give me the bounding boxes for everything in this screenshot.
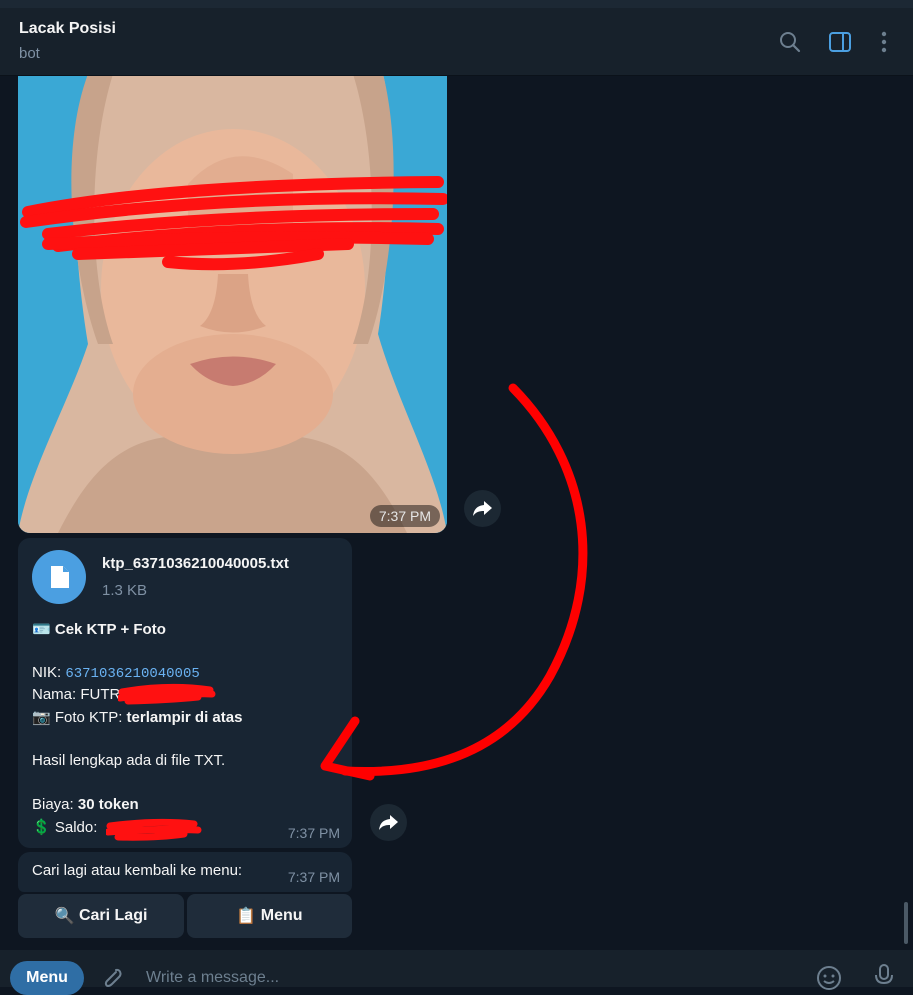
file-size: 1.3 KB <box>102 582 148 599</box>
nama-line: Nama: FUTRI <box>32 686 125 703</box>
clipboard-emoji: 📋 <box>236 908 257 925</box>
chat-header[interactable]: Lacak Posisi bot <box>0 8 913 76</box>
saldo-line: 💲 Saldo: <box>32 819 98 836</box>
annotation-arrow <box>320 383 588 781</box>
hasil-line: Hasil lengkap ada di file TXT. <box>32 752 226 769</box>
cari-lagi-button[interactable]: 🔍 Cari Lagi <box>18 894 184 938</box>
prompt-timestamp: 7:37 PM <box>287 869 340 885</box>
prompt-text: Cari lagi atau kembali ke menu: <box>32 862 243 879</box>
message-heading: 🪪 Cek KTP + Foto <box>32 621 166 638</box>
file-download-button[interactable] <box>32 550 86 604</box>
file-name[interactable]: ktp_6371036210040005.txt <box>102 555 289 572</box>
foto-line: 📷 Foto KTP: terlampir di atas <box>32 709 243 726</box>
chat-scrollbar[interactable] <box>904 902 908 944</box>
nik-line: NIK: 6371036210040005 <box>32 664 200 682</box>
magnifier-emoji: 🔍 <box>54 908 75 925</box>
saldo-redaction <box>106 818 202 841</box>
chat-history[interactable]: 7:37 PM ktp_6371036210040005.txt 1.3 KB … <box>0 76 913 949</box>
forward-button[interactable] <box>370 804 407 841</box>
attach-icon[interactable] <box>98 964 126 992</box>
prompt-message[interactable]: Cari lagi atau kembali ke menu: 7:37 PM <box>18 852 352 892</box>
message-timestamp: 7:37 PM <box>287 825 340 841</box>
more-options-icon[interactable] <box>872 30 896 54</box>
menu-inline-button[interactable]: 📋 Menu <box>187 894 352 938</box>
message-composer[interactable]: Menu Write a message... <box>0 950 913 995</box>
camera-emoji: 📷 <box>32 709 51 726</box>
dollar-emoji: 💲 <box>32 819 51 836</box>
name-redaction <box>118 683 216 705</box>
sidebar-toggle-icon[interactable] <box>828 30 852 54</box>
microphone-icon[interactable] <box>870 962 898 990</box>
id-card-emoji: 🪪 <box>32 621 51 638</box>
forward-arrow-icon <box>379 815 398 830</box>
nik-value[interactable]: 6371036210040005 <box>65 666 199 682</box>
document-icon <box>51 566 69 588</box>
emoji-icon[interactable] <box>815 964 843 992</box>
message-input[interactable]: Write a message... <box>146 969 279 987</box>
biaya-line: Biaya: 30 token <box>32 796 139 813</box>
search-icon[interactable] <box>778 30 802 54</box>
chat-subtitle: bot <box>19 45 40 62</box>
chat-title: Lacak Posisi <box>19 20 116 37</box>
bot-menu-button[interactable]: Menu <box>10 961 84 995</box>
window-top-strip <box>0 0 913 8</box>
